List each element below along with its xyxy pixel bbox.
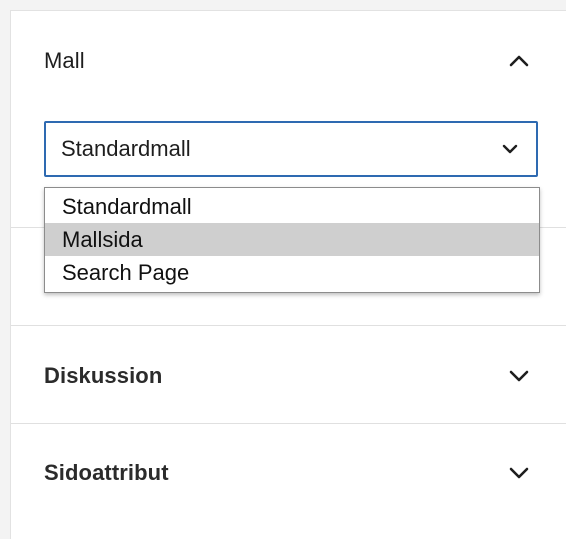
chevron-up-icon[interactable] [507, 49, 531, 73]
template-dropdown-list: Standardmall Mallsida Search Page [44, 187, 540, 293]
section-divider [11, 423, 566, 424]
discussion-panel-title: Diskussion [44, 363, 163, 388]
dropdown-option-search-page[interactable]: Search Page [45, 256, 539, 289]
chevron-down-icon[interactable] [507, 461, 531, 485]
settings-sidebar: Mall Standardmall Standardmall Mallsida … [10, 10, 566, 539]
dropdown-option-mallsida[interactable]: Mallsida [45, 223, 539, 256]
dropdown-option-standardmall[interactable]: Standardmall [45, 190, 539, 223]
template-panel-title: Mall [44, 48, 85, 73]
section-divider [11, 325, 566, 326]
page-attributes-panel-header[interactable]: Sidoattribut [11, 453, 566, 493]
template-select-value: Standardmall [61, 136, 191, 161]
discussion-panel-header[interactable]: Diskussion [11, 356, 566, 396]
page-attributes-panel-title: Sidoattribut [44, 460, 169, 485]
chevron-down-icon[interactable] [507, 364, 531, 388]
template-panel-header[interactable]: Mall [11, 41, 566, 81]
chevron-down-icon [498, 137, 522, 161]
template-select[interactable]: Standardmall [44, 121, 538, 177]
